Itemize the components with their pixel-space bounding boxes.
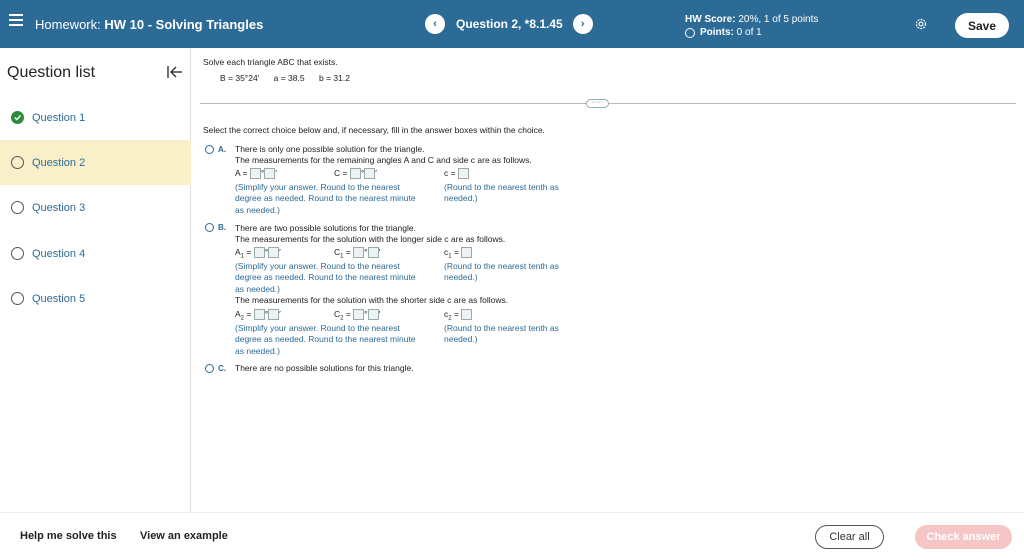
angle-A2-minutes-input[interactable] (268, 309, 280, 321)
choice-b-radio[interactable] (205, 223, 214, 232)
check-answer-button[interactable]: Check answer (915, 525, 1012, 549)
choice-a-text: There is only one possible solution for … (235, 144, 425, 154)
open-circle-icon (11, 156, 24, 169)
side-c-label: c = (444, 168, 456, 178)
angle-C1-degrees-input[interactable] (353, 247, 365, 259)
score-value: 20%, 1 of 5 points (738, 14, 819, 25)
score-panel: HW Score: 20%, 1 of 5 points Points: 0 o… (685, 13, 818, 39)
question-list-item-label: Question 3 (32, 201, 86, 214)
clear-all-button[interactable]: Clear all (815, 525, 884, 549)
subscript-1: 1 (448, 253, 452, 260)
choice-b-side-hint-2: (Round to the nearest tenth as needed.) (444, 323, 559, 345)
angle-C2-degrees-input[interactable] (353, 309, 365, 321)
angle-A-degrees-input[interactable] (249, 168, 261, 180)
points-label: Points: (700, 27, 734, 38)
given-values: B = 35°24′ a = 38.5 b = 31.2 (220, 73, 362, 83)
question-list-item-2[interactable]: Question 2 (0, 140, 191, 185)
homework-name: HW 10 - Solving Triangles (104, 17, 264, 32)
angle-C1-minutes-input[interactable] (367, 247, 379, 259)
open-circle-icon (11, 247, 24, 260)
side-c2-input[interactable] (461, 309, 473, 321)
angle-A1-minutes-input[interactable] (268, 247, 280, 259)
instruction-text: Select the correct choice below and, if … (203, 125, 545, 135)
homework-title: Homework: HW 10 - Solving Triangles (35, 17, 263, 32)
choice-a-side-c: c = (444, 168, 469, 180)
open-circle-icon (11, 292, 24, 305)
question-list-item-1[interactable]: Question 1 (0, 95, 191, 140)
view-example-button[interactable]: View an example (140, 530, 228, 542)
collapse-sidebar-icon[interactable] (166, 63, 184, 81)
choice-a-letter: A. (218, 145, 226, 154)
score-label: HW Score: (685, 14, 736, 25)
choice-b-angle-hint-2: (Simplify your answer. Round to the near… (235, 323, 416, 356)
more-options-button[interactable]: ····· (586, 99, 609, 108)
homework-prefix: Homework: (35, 17, 101, 32)
given-side-b: b = 31.2 (318, 73, 350, 83)
angle-A2-degrees-input[interactable] (253, 309, 265, 321)
choice-a-angle-A: A = ° ′ (235, 168, 277, 180)
choice-b-subtext-2: The measurements for the solution with t… (235, 295, 509, 305)
choice-a-angle-hint: (Simplify your answer. Round to the near… (235, 182, 416, 215)
save-button[interactable]: Save (955, 13, 1009, 38)
help-me-solve-button[interactable]: Help me solve this (20, 530, 117, 542)
question-list-item-3[interactable]: Question 3 (0, 185, 191, 230)
angle-C2-minutes-input[interactable] (367, 309, 379, 321)
choice-a-angle-C: C = ° ′ (334, 168, 377, 180)
subscript-1: 1 (340, 253, 344, 260)
subscript-1: 1 (240, 253, 245, 260)
choice-b-text: There are two possible solutions for the… (235, 223, 416, 233)
choice-a-subtext: The measurements for the remaining angle… (235, 155, 532, 165)
question-list-item-label: Question 1 (32, 111, 86, 124)
question-list-item-label: Question 2 (32, 156, 86, 169)
angle-C-degrees-input[interactable] (349, 168, 361, 180)
choice-b-angle-hint-1: (Simplify your answer. Round to the near… (235, 261, 416, 294)
given-side-a: a = 38.5 (273, 73, 305, 83)
question-navigator: ‹ Question 2, *8.1.45 › (425, 14, 593, 34)
question-list-item-5[interactable]: Question 5 (0, 276, 191, 321)
angle-C-minutes-input[interactable] (364, 168, 376, 180)
choice-c-letter: C. (218, 364, 226, 373)
choice-c-radio[interactable] (205, 364, 214, 373)
question-content: Solve each triangle ABC that exists. B =… (192, 48, 1024, 512)
choice-b-side-hint-1: (Round to the nearest tenth as needed.) (444, 261, 559, 283)
given-angle-B: B = 35°24′ (220, 73, 260, 83)
question-prompt: Solve each triangle ABC that exists. (203, 57, 338, 67)
choice-b-letter: B. (218, 223, 226, 232)
gear-icon[interactable] (914, 17, 928, 31)
next-question-button[interactable]: › (572, 14, 593, 34)
question-label: Question 2, *8.1.45 (456, 17, 563, 31)
question-list-item-label: Question 5 (32, 292, 86, 305)
side-c-input[interactable] (457, 168, 469, 180)
subscript-2: 2 (340, 315, 344, 322)
question-list-item-label: Question 4 (32, 247, 86, 260)
question-list-sidebar: Question list Question 1 Question 2 Ques… (0, 48, 191, 512)
checkmark-icon (11, 111, 24, 124)
choice-c-text: There are no possible solutions for this… (235, 363, 414, 373)
choice-a-side-hint: (Round to the nearest tenth as needed.) (444, 182, 559, 204)
open-circle-icon (11, 201, 24, 214)
previous-question-button[interactable]: ‹ (425, 14, 445, 34)
choice-a-radio[interactable] (205, 145, 214, 154)
angle-A1-degrees-input[interactable] (253, 247, 265, 259)
angle-A-minutes-input[interactable] (264, 168, 276, 180)
subscript-2: 2 (240, 315, 245, 322)
top-bar: Homework: HW 10 - Solving Triangles ‹ Qu… (0, 0, 1024, 48)
points-value: 0 of 1 (736, 27, 762, 38)
side-c1-input[interactable] (461, 247, 473, 259)
menu-icon[interactable] (9, 14, 23, 26)
points-circle-icon (685, 27, 695, 38)
footer-bar: Help me solve this View an example Clear… (0, 512, 1024, 560)
question-list-item-4[interactable]: Question 4 (0, 231, 191, 276)
question-list-title: Question list (7, 64, 96, 81)
angle-A-label: A = (235, 168, 248, 178)
angle-C-label: C = (334, 168, 348, 178)
subscript-2: 2 (448, 315, 452, 322)
choice-b-subtext-1: The measurements for the solution with t… (235, 234, 506, 244)
